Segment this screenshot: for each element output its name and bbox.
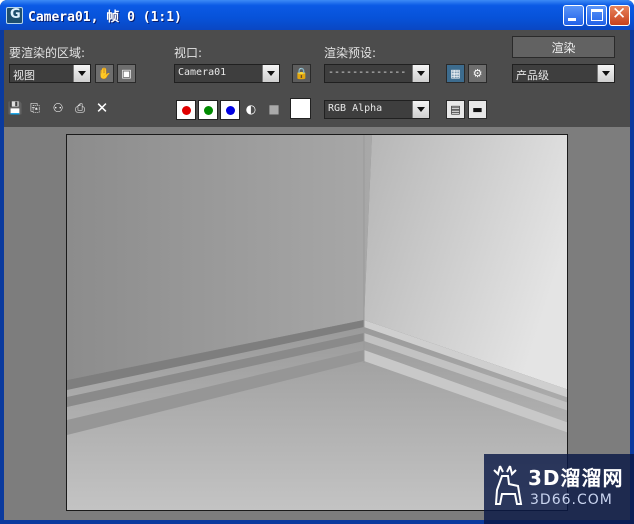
region-button[interactable]: ▣ bbox=[117, 64, 136, 83]
minimize-button[interactable] bbox=[563, 5, 584, 26]
toggle-overlay-button[interactable]: ▤ bbox=[446, 100, 465, 119]
lock-icon: 🔒 bbox=[294, 67, 309, 80]
pan-button[interactable]: ✋ bbox=[95, 64, 114, 83]
render-button[interactable]: 渲染 bbox=[512, 36, 615, 58]
maximize-button[interactable] bbox=[586, 5, 607, 26]
clear-icon: ✕ bbox=[95, 99, 109, 117]
area-label: 要渲染的区域: bbox=[9, 46, 86, 60]
hand-icon: ✋ bbox=[97, 67, 112, 80]
environment-button[interactable]: ⚙ bbox=[468, 64, 487, 83]
preset-select[interactable]: ------------- bbox=[324, 64, 430, 83]
toolbar-area: 要渲染的区域: 视口: 渲染预设: 渲染 视图 ✋ ▣ Camera01 🔒 -… bbox=[4, 30, 630, 127]
title-bar[interactable]: Camera01, 帧 0 (1:1) ✕ bbox=[0, 0, 634, 30]
print-icon: ⎙ bbox=[75, 100, 85, 115]
watermark: 3D溜溜网 3D66.COM bbox=[484, 454, 634, 524]
clear-channel-icon: ■ bbox=[268, 102, 280, 116]
chevron-down-icon[interactable] bbox=[412, 65, 429, 82]
maximize-icon bbox=[591, 9, 603, 21]
copy-icon: ⎘ bbox=[30, 100, 40, 115]
viewport-select-value: Camera01 bbox=[178, 67, 227, 78]
close-button[interactable]: ✕ bbox=[609, 4, 630, 26]
preset-select-value: ------------- bbox=[328, 67, 407, 78]
watermark-brand: 3D溜溜网 bbox=[528, 466, 624, 490]
save-button[interactable]: 💾 bbox=[7, 100, 23, 116]
watermark-site: 3D66.COM bbox=[530, 492, 613, 508]
window-title: Camera01, 帧 0 (1:1) bbox=[28, 10, 182, 25]
chevron-down-icon[interactable] bbox=[73, 65, 90, 82]
color-swatch[interactable] bbox=[290, 98, 311, 119]
clone-window-button[interactable]: ⚇ bbox=[50, 100, 66, 116]
blue-channel-toggle[interactable] bbox=[220, 100, 240, 120]
viewport-label: 视口: bbox=[174, 46, 203, 60]
quality-select-value: 产品级 bbox=[516, 69, 549, 82]
render-frame-window: Camera01, 帧 0 (1:1) ✕ 要渲染的区域: 视口: 渲染预设: … bbox=[0, 0, 634, 524]
client-area: 要渲染的区域: 视口: 渲染预设: 渲染 视图 ✋ ▣ Camera01 🔒 -… bbox=[4, 30, 630, 520]
region-icon: ▣ bbox=[121, 67, 132, 80]
deer-logo-icon bbox=[493, 465, 523, 505]
area-select[interactable]: 视图 bbox=[9, 64, 91, 83]
copy-button[interactable]: ⎘ bbox=[27, 100, 43, 116]
render-setup-icon: ▦ bbox=[450, 67, 461, 80]
green-channel-toggle[interactable] bbox=[198, 100, 218, 120]
print-button[interactable]: ⎙ bbox=[72, 100, 88, 116]
lock-viewport-button[interactable]: 🔒 bbox=[292, 64, 311, 83]
clear-channel-button[interactable]: ■ bbox=[266, 101, 282, 117]
viewport-select[interactable]: Camera01 bbox=[174, 64, 280, 83]
monochrome-toggle[interactable]: ◐ bbox=[243, 101, 259, 117]
save-icon: 💾 bbox=[7, 101, 23, 115]
toggle-ui-button[interactable]: ▬ bbox=[468, 100, 487, 119]
blue-dot-icon bbox=[226, 106, 235, 115]
chevron-down-icon[interactable] bbox=[412, 101, 429, 118]
clone-window-icon: ⚇ bbox=[52, 101, 64, 115]
red-dot-icon bbox=[182, 106, 191, 115]
app-icon[interactable] bbox=[6, 7, 23, 24]
green-dot-icon bbox=[204, 106, 213, 115]
gear-icon: ⚙ bbox=[472, 67, 483, 80]
minimize-icon bbox=[568, 18, 576, 21]
red-channel-toggle[interactable] bbox=[176, 100, 196, 120]
chevron-down-icon[interactable] bbox=[597, 65, 614, 82]
close-icon: ✕ bbox=[612, 4, 627, 24]
render-setup-button[interactable]: ▦ bbox=[446, 64, 465, 83]
channel-select-value: RGB Alpha bbox=[328, 103, 383, 114]
quality-select[interactable]: 产品级 bbox=[512, 64, 615, 83]
monochrome-icon: ◐ bbox=[245, 102, 257, 116]
channel-select[interactable]: RGB Alpha bbox=[324, 100, 430, 119]
area-select-value: 视图 bbox=[13, 69, 35, 82]
clear-button[interactable]: ✕ bbox=[94, 99, 110, 117]
chevron-down-icon[interactable] bbox=[262, 65, 279, 82]
overlay-icon: ▤ bbox=[450, 103, 461, 116]
ui-icon: ▬ bbox=[472, 103, 483, 116]
preset-label: 渲染预设: bbox=[324, 46, 377, 60]
